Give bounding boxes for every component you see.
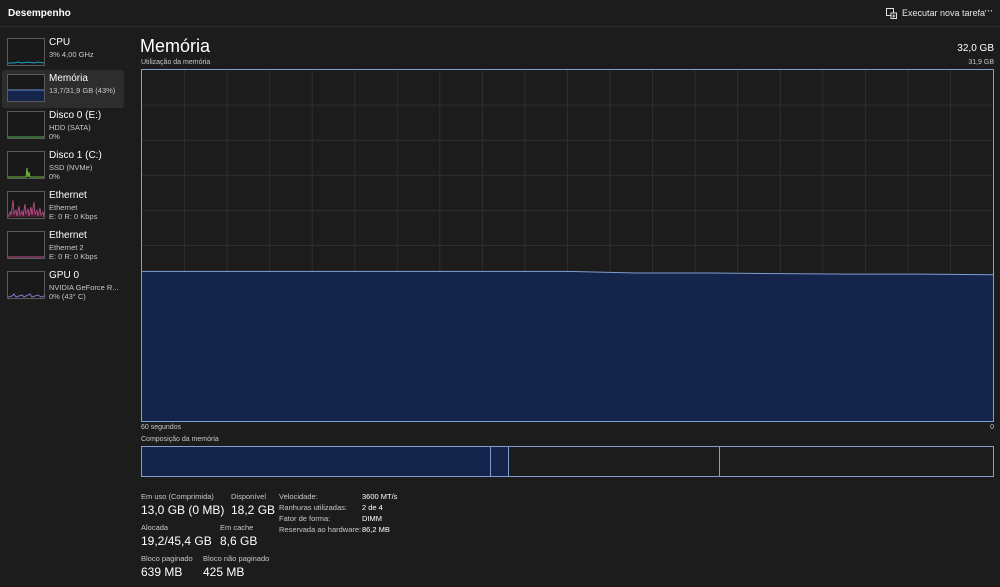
sidebar-item-ethernet-2[interactable]: Ethernet Ethernet 2 E: 0 R: 0 Kbps	[2, 227, 124, 265]
title-bar: Desempenho Executar nova tarefa ···	[0, 0, 1000, 27]
sidebar-item-gpu-0[interactable]: GPU 0 NVIDIA GeForce R... 0% (43° C)	[2, 267, 124, 305]
in-use-label: Em uso (Comprimida)	[141, 492, 214, 501]
disk-1-thumbnail-graph	[7, 151, 45, 179]
sidebar-item-label: Disco 0 (E:)	[49, 110, 102, 121]
sidebar-item-label: Memória	[49, 73, 88, 84]
sidebar-item-detail: Ethernet 2	[49, 243, 84, 252]
sidebar-item-ethernet-1[interactable]: Ethernet Ethernet E: 0 R: 0 Kbps	[2, 187, 124, 225]
paged-pool-value: 639 MB	[141, 565, 183, 579]
disk-0-thumbnail-graph	[7, 111, 45, 139]
form-factor-label: Fator de forma:	[279, 514, 331, 523]
usage-graph-max: 31,9 GB	[968, 59, 994, 66]
available-label: Disponível	[231, 492, 267, 501]
nonpaged-pool-label: Bloco não paginado	[203, 554, 270, 563]
usage-graph-label: Utilização da memória	[141, 59, 211, 66]
speed-label: Velocidade:	[279, 492, 318, 501]
memory-usage-chart	[142, 70, 993, 421]
cached-value: 8,6 GB	[220, 534, 258, 548]
form-factor-value: DIMM	[362, 514, 382, 523]
run-task-icon	[886, 7, 897, 19]
hardware-reserved-label: Reservada ao hardware:	[279, 525, 362, 534]
available-value: 18,2 GB	[231, 503, 276, 517]
sidebar-item-detail: HDD (SATA)	[49, 123, 91, 132]
sidebar-item-detail: E: 0 R: 0 Kbps	[49, 252, 98, 261]
in-use-value: 13,0 GB (0 MB)	[141, 503, 225, 517]
sidebar-item-detail: 3% 4,00 GHz	[49, 50, 94, 59]
sidebar-item-detail: 13,7/31,9 GB (43%)	[49, 86, 116, 95]
run-task-label: Executar nova tarefa	[902, 8, 986, 18]
sidebar-item-label: Disco 1 (C:)	[49, 150, 102, 161]
sidebar-item-detail: SSD (NVMe)	[49, 163, 93, 172]
total-memory: 32,0 GB	[957, 43, 994, 54]
run-new-task-button[interactable]: Executar nova tarefa	[886, 5, 985, 21]
memory-composition-bar	[141, 446, 994, 477]
composition-modified-segment[interactable]	[491, 447, 509, 476]
slots-used-label: Ranhuras utilizadas:	[279, 503, 347, 512]
page-title: Memória	[140, 36, 211, 56]
x-axis-end-label: 0	[990, 424, 994, 431]
composition-free-segment[interactable]	[720, 447, 993, 476]
cpu-thumbnail-graph	[7, 38, 45, 66]
memory-panel: Memória 32,0 GB Utilização da memória 31…	[126, 27, 1000, 587]
sidebar-item-detail: NVIDIA GeForce R...	[49, 283, 119, 292]
sidebar-item-label: GPU 0	[49, 270, 80, 281]
sidebar-item-detail: 0%	[49, 132, 60, 141]
memory-usage-graph	[141, 69, 994, 422]
composition-label: Composição da memória	[141, 436, 219, 443]
more-options-icon[interactable]: ···	[980, 3, 996, 21]
sidebar-item-detail: E: 0 R: 0 Kbps	[49, 212, 98, 221]
cached-label: Em cache	[220, 523, 254, 532]
ethernet-thumbnail-graph	[7, 191, 45, 219]
performance-sidebar: CPU 3% 4,00 GHz Memória 13,7/31,9 GB (43…	[0, 30, 126, 587]
ethernet-2-thumbnail-graph	[7, 231, 45, 259]
memory-usage-area	[142, 271, 993, 421]
window-title: Desempenho	[8, 8, 71, 19]
sidebar-item-detail: Ethernet	[49, 203, 78, 212]
composition-in-use-segment[interactable]	[142, 447, 491, 476]
sidebar-item-disk-0[interactable]: Disco 0 (E:) HDD (SATA) 0%	[2, 107, 124, 145]
committed-value: 19,2/45,4 GB	[141, 534, 212, 548]
composition-standby-segment[interactable]	[509, 447, 720, 476]
speed-value: 3600 MT/s	[362, 492, 398, 501]
x-axis-start-label: 60 segundos	[141, 424, 182, 431]
sidebar-item-label: CPU	[49, 37, 71, 48]
sidebar-item-cpu[interactable]: CPU 3% 4,00 GHz	[2, 34, 124, 72]
hardware-reserved-value: 86,2 MB	[362, 525, 390, 534]
sidebar-item-label: Ethernet	[49, 230, 87, 241]
memory-thumbnail-graph	[7, 74, 45, 102]
nonpaged-pool-value: 425 MB	[203, 565, 245, 579]
sidebar-item-memory[interactable]: Memória 13,7/31,9 GB (43%)	[2, 70, 124, 108]
sidebar-item-disk-1[interactable]: Disco 1 (C:) SSD (NVMe) 0%	[2, 147, 124, 185]
committed-label: Alocada	[141, 523, 169, 532]
sidebar-item-detail: 0%	[49, 172, 60, 181]
sidebar-item-detail: 0% (43° C)	[49, 292, 86, 301]
gpu-thumbnail-graph	[7, 271, 45, 299]
sidebar-item-label: Ethernet	[49, 190, 87, 201]
paged-pool-label: Bloco paginado	[141, 554, 193, 563]
slots-used-value: 2 de 4	[362, 503, 383, 512]
